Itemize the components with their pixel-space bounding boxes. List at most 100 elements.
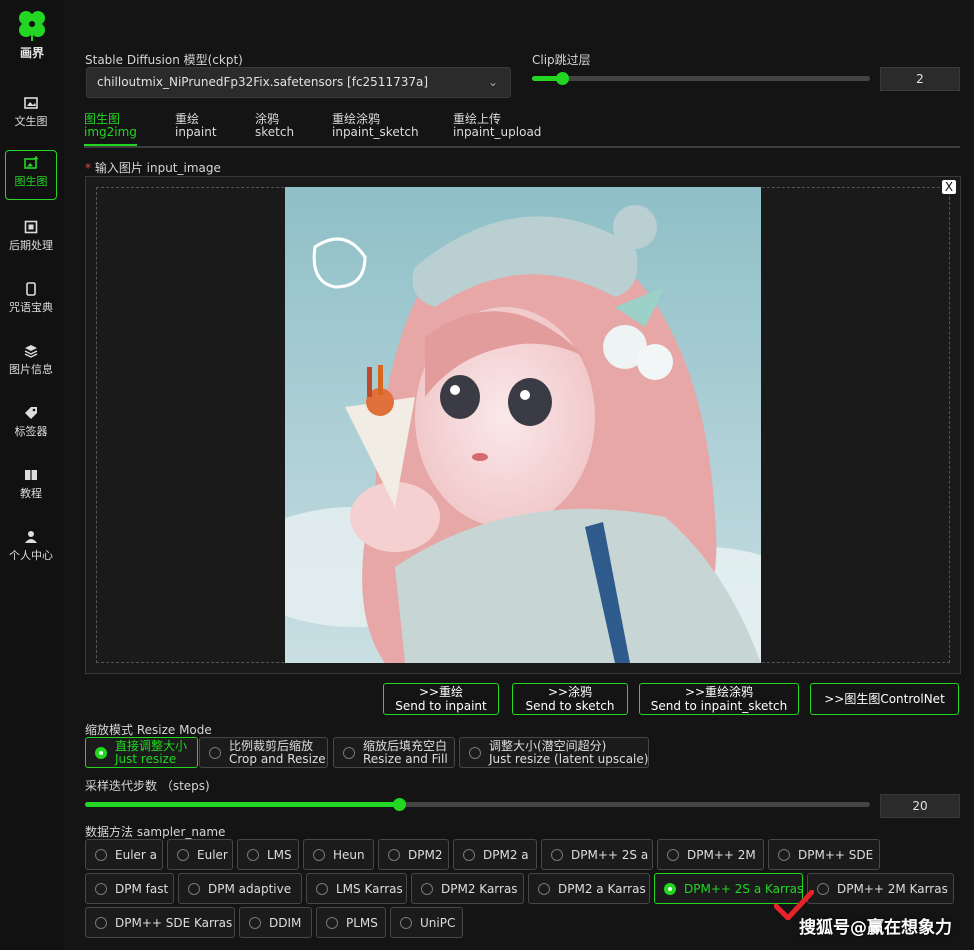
tab-inpaint-sketch[interactable]: 重绘涂鸦 inpaint_sketch: [332, 113, 419, 139]
watermark: 搜狐号@赢在想象力: [799, 918, 952, 938]
radio-icon: [817, 883, 829, 895]
steps-slider-knob[interactable]: [393, 798, 406, 811]
send-button-line2: Send to inpaint: [395, 699, 487, 713]
send-button-2[interactable]: >>重绘涂鸦 Send to inpaint_sketch: [639, 683, 799, 715]
square-icon: [24, 220, 38, 234]
sampler-option-label: LMS Karras: [336, 882, 403, 896]
input-image-dropzone[interactable]: X: [85, 176, 961, 674]
sampler-option-label: PLMS: [346, 916, 378, 930]
sampler-option-label: LMS: [267, 848, 292, 862]
close-icon[interactable]: X: [942, 180, 956, 194]
sidebar-item-1[interactable]: 图生图: [5, 150, 57, 200]
radio-icon: [551, 849, 563, 861]
radio-icon: [538, 883, 550, 895]
sampler-option-unipc[interactable]: UniPC: [390, 907, 463, 938]
sampler-option-heun[interactable]: Heun: [303, 839, 374, 870]
sampler-option-dpm-sde-karras[interactable]: DPM++ SDE Karras: [85, 907, 235, 938]
send-button-3[interactable]: >>图生图ControlNet: [810, 683, 959, 715]
resize-option-label: 比例裁剪后缩放 Crop and Resize: [229, 740, 326, 766]
send-button-1[interactable]: >>涂鸦 Send to sketch: [512, 683, 628, 715]
resize-option-label: 调整大小(潜空间超分) Just resize (latent upscale): [489, 740, 648, 766]
sidebar-item-4[interactable]: 图片信息: [5, 342, 57, 392]
send-button-line2: Send to sketch: [525, 699, 615, 713]
radio-icon: [778, 849, 790, 861]
sampler-option-dpm-fast[interactable]: DPM fast: [85, 873, 174, 904]
clip-slider-knob[interactable]: [556, 72, 570, 85]
sampler-option-dpm2-a-karras[interactable]: DPM2 a Karras: [528, 873, 650, 904]
sampler-option-ddim[interactable]: DDIM: [239, 907, 312, 938]
logo: 画界: [10, 8, 54, 61]
sampler-option-label: DDIM: [269, 916, 302, 930]
radio-icon: [177, 849, 189, 861]
sidebar-item-3[interactable]: 咒语宝典: [5, 280, 57, 330]
image-add-icon: [24, 156, 38, 169]
resize-option-en: Just resize: [115, 752, 177, 766]
ckpt-label: Stable Diffusion 模型(ckpt): [85, 53, 243, 67]
clip-value-input[interactable]: 2: [880, 67, 960, 91]
sampler-option-label: DPM++ SDE Karras: [115, 916, 233, 930]
ckpt-value: chilloutmix_NiPrunedFp32Fix.safetensors …: [97, 75, 429, 89]
sampler-option-label: DPM++ 2M: [687, 848, 756, 862]
mode-tabs: 图生图 img2img 重绘 inpaint 涂鸦 sketch 重绘涂鸦 inpaint_s…: [84, 113, 960, 148]
sampler-option-dpm2-karras[interactable]: DPM2 Karras: [411, 873, 524, 904]
sampler-option-lms-karras[interactable]: LMS Karras: [306, 873, 407, 904]
sampler-option-plms[interactable]: PLMS: [316, 907, 386, 938]
sampler-option-dpm-2m[interactable]: DPM++ 2M: [657, 839, 764, 870]
input-image-preview: [285, 187, 761, 663]
tab-sketch[interactable]: 涂鸦 sketch: [255, 113, 294, 139]
ckpt-select[interactable]: chilloutmix_NiPrunedFp32Fix.safetensors …: [86, 67, 511, 98]
tab-label-en: inpaint: [175, 125, 217, 139]
sampler-option-label: Euler: [197, 848, 228, 862]
tab-label-en: img2img: [84, 125, 137, 139]
sidebar-item-0[interactable]: 文生图: [5, 94, 57, 144]
resize-option-label: 直接调整大小 Just resize: [115, 740, 187, 766]
sidebar-item-label: 文生图: [14, 115, 48, 128]
clip-slider[interactable]: [532, 72, 870, 85]
required-mark: *: [85, 161, 91, 175]
radio-icon: [95, 883, 107, 895]
sampler-option-dpm-sde[interactable]: DPM++ SDE: [768, 839, 880, 870]
sampler-option-dpm-adaptive[interactable]: DPM adaptive: [178, 873, 302, 904]
sampler-option-euler-a[interactable]: Euler a: [85, 839, 163, 870]
sampler-option-euler[interactable]: Euler: [167, 839, 233, 870]
radio-icon: [95, 917, 107, 929]
sidebar-item-6[interactable]: 教程: [5, 466, 57, 516]
tab-img2img[interactable]: 图生图 img2img: [84, 113, 137, 146]
resize-option-en: Resize and Fill: [363, 752, 448, 766]
clover-logo-icon: [19, 11, 45, 41]
sampler-option-dpm-2m-karras[interactable]: DPM++ 2M Karras: [807, 873, 954, 904]
resize-option-1[interactable]: 比例裁剪后缩放 Crop and Resize: [199, 737, 328, 768]
tab-label-en: inpaint_sketch: [332, 125, 419, 139]
sampler-option-lms[interactable]: LMS: [237, 839, 299, 870]
send-button-0[interactable]: >>重绘 Send to inpaint: [383, 683, 499, 715]
resize-option-0[interactable]: 直接调整大小 Just resize: [85, 737, 198, 768]
layers-icon: [24, 345, 38, 358]
send-button-line2: Send to inpaint_sketch: [650, 699, 788, 713]
steps-slider[interactable]: [85, 798, 870, 811]
resize-option-3[interactable]: 调整大小(潜空间超分) Just resize (latent upscale): [459, 737, 649, 768]
sidebar-item-label: 图生图: [14, 175, 48, 188]
sidebar-item-2[interactable]: 后期处理: [5, 218, 57, 268]
sidebar-item-label: 图片信息: [9, 363, 53, 376]
main-panel: Stable Diffusion 模型(ckpt) chilloutmix_Ni…: [64, 0, 974, 950]
sampler-option-dpm2[interactable]: DPM2: [378, 839, 449, 870]
phone-icon: [26, 282, 36, 296]
sampler-option-label: DPM2 Karras: [441, 882, 518, 896]
resize-option-2[interactable]: 缩放后填充空白 Resize and Fill: [333, 737, 455, 768]
book-icon: [25, 470, 37, 480]
tab-inpaint[interactable]: 重绘 inpaint: [175, 113, 217, 139]
tab-inpaint-upload[interactable]: 重绘上传 inpaint_upload: [453, 113, 541, 139]
sampler-option-dpm2-a[interactable]: DPM2 a: [453, 839, 537, 870]
steps-value-input[interactable]: 20: [880, 794, 960, 818]
sidebar-item-7[interactable]: 个人中心: [5, 528, 57, 578]
sampler-option-dpm-2s-a[interactable]: DPM++ 2S a: [541, 839, 653, 870]
sidebar-item-5[interactable]: 标签器: [5, 404, 57, 454]
sidebar-item-label: 教程: [20, 487, 42, 500]
image-icon: [24, 97, 38, 109]
sampler-label: 数据方法 sampler_name: [85, 825, 226, 839]
resize-mode-label: 缩放模式 Resize Mode: [85, 723, 212, 737]
sampler-option-label: DPM2: [408, 848, 443, 862]
sampler-option-label: DPM fast: [115, 882, 169, 896]
resize-option-en: Crop and Resize: [229, 752, 326, 766]
sidebar-item-label: 标签器: [14, 425, 48, 438]
